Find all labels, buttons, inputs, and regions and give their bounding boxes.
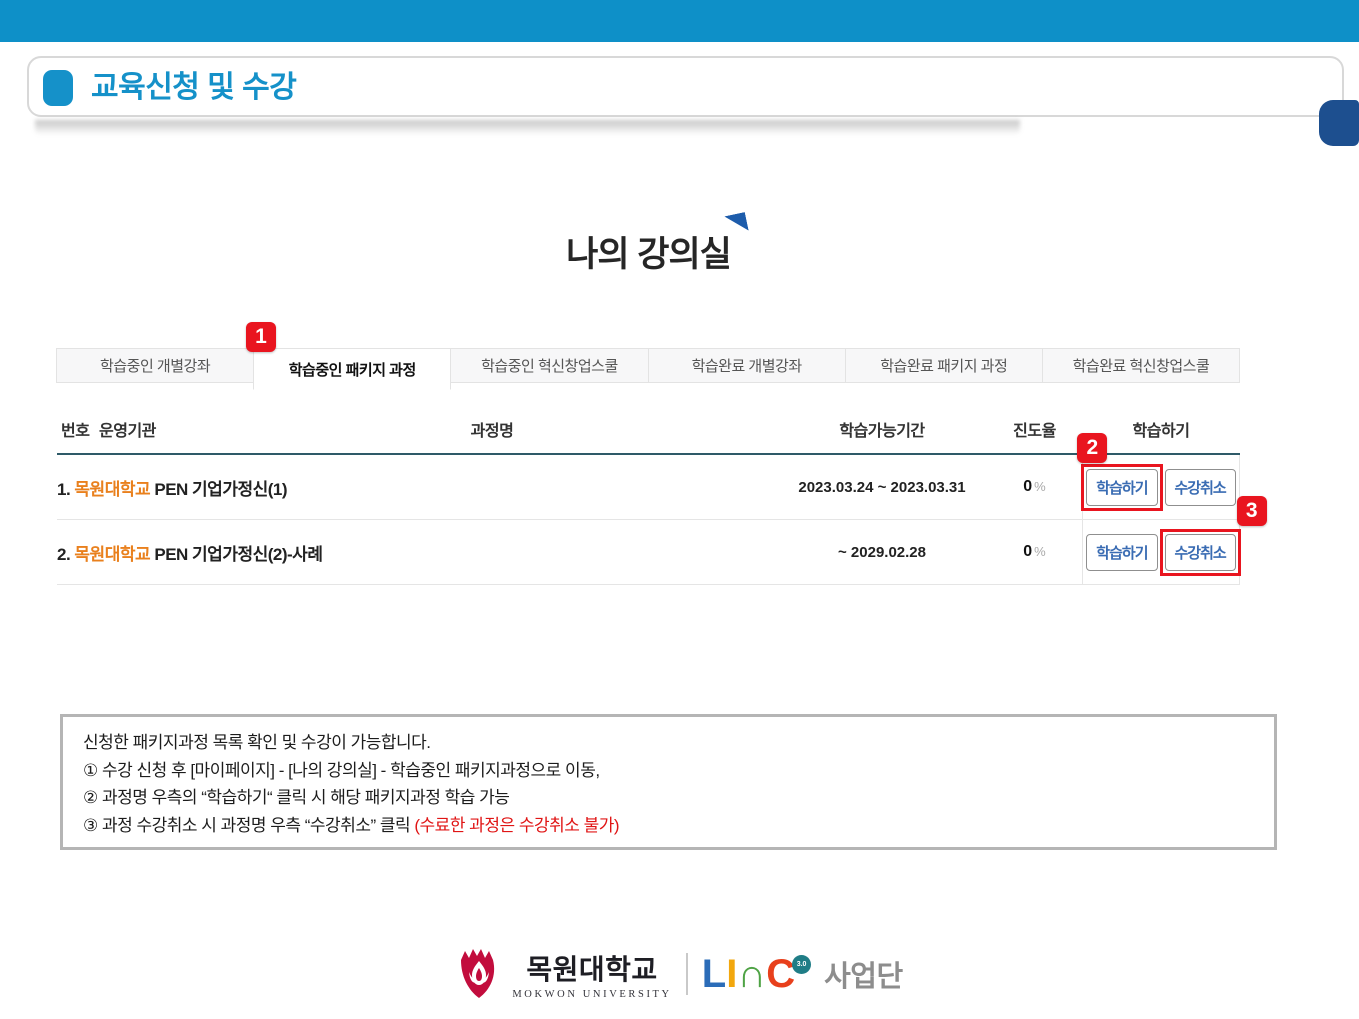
- cancel-enrollment-button[interactable]: 수강취소: [1165, 534, 1236, 571]
- linc-letter-c: C: [766, 956, 795, 992]
- table-row: 2. 목원대학교 PEN 기업가정신(2)-사례 ~ 2029.02.28 0%…: [57, 520, 1240, 585]
- slide-canvas: 교육신청 및 수강 나의 강의실 1 학습중인 개별강좌 학습중인 패키지 과정…: [0, 0, 1359, 1019]
- cancel-button-wrap: 수강취소: [1165, 469, 1236, 506]
- course-progress: 0%: [987, 543, 1082, 561]
- course-name: PEN 기업가정신(2)-사례: [154, 545, 322, 564]
- classroom-tabs: 1 학습중인 개별강좌 학습중인 패키지 과정 학습중인 혁신창업스쿨 학습완료…: [57, 348, 1240, 383]
- top-accent-bar: [0, 0, 1359, 42]
- course-table-header: 번호 운영기관 과정명 학습가능기간 진도율 학습하기: [57, 405, 1240, 455]
- learn-button-wrap: 학습하기: [1086, 534, 1157, 571]
- linc-division-label: 사업단: [824, 953, 903, 995]
- course-table: 번호 운영기관 과정명 학습가능기간 진도율 학습하기 1. 목원대학교 PEN…: [57, 405, 1240, 585]
- col-progress: 진도율: [987, 417, 1082, 441]
- instruction-line-3: ② 과정명 우측의 “학습하기“ 클릭 시 해당 패키지과정 학습 가능: [83, 784, 1254, 812]
- university-name-en: MOKWON UNIVERSITY: [512, 989, 671, 1000]
- linc-letter-i: I: [726, 956, 737, 992]
- linc-logo: L I ∩ C 3.0: [702, 956, 814, 992]
- instructions-box: 신청한 패키지과정 목록 확인 및 수강이 가능합니다. ① 수강 신청 후 […: [60, 714, 1277, 850]
- instruction-line-4: ③ 과정 수강취소 시 과정명 우측 “수강취소” 클릭 (수료한 과정은 수강…: [83, 812, 1254, 840]
- col-period: 학습가능기간: [777, 417, 987, 441]
- university-name-kr: 목원대학교: [526, 948, 657, 988]
- linc-globe-icon: 3.0: [792, 955, 811, 974]
- instruction-line-2: ① 수강 신청 후 [마이페이지] - [나의 강의실] - 학습중인 패키지과…: [83, 757, 1254, 785]
- course-no: 2.: [57, 545, 70, 564]
- instruction-line-1: 신청한 패키지과정 목록 확인 및 수강이 가능합니다.: [83, 729, 1254, 757]
- linc-letter-l: L: [702, 956, 726, 992]
- course-period: 2023.03.24 ~ 2023.03.31: [777, 479, 987, 496]
- col-no: 번호: [57, 417, 99, 441]
- section-header: 교육신청 및 수강: [27, 56, 1344, 117]
- tab-completed-startup-school[interactable]: 학습완료 혁신창업스쿨: [1042, 348, 1240, 383]
- header-bullet-icon: [43, 70, 73, 106]
- progress-unit: %: [1034, 544, 1046, 559]
- annotation-badge-2: 2: [1077, 433, 1107, 463]
- tab-learning-package[interactable]: 학습중인 패키지 과정: [253, 348, 451, 390]
- mokwon-university-emblem-icon: [456, 948, 502, 1000]
- university-name-block: 목원대학교 MOKWON UNIVERSITY: [512, 948, 671, 1000]
- annotation-badge-1: 1: [246, 322, 276, 352]
- page-title-wrap: 나의 강의실: [57, 226, 1240, 277]
- tab-learning-startup-school[interactable]: 학습중인 혁신창업스쿨: [450, 348, 648, 383]
- course-period: ~ 2029.02.28: [777, 544, 987, 561]
- instruction-line-4-black: ③ 과정 수강취소 시 과정명 우측 “수강취소” 클릭: [83, 816, 414, 835]
- cancel-button-highlight: 3 수강취소: [1160, 529, 1241, 576]
- footer-logos: 목원대학교 MOKWON UNIVERSITY L I ∩ C 3.0 사업단: [0, 948, 1359, 1000]
- tab-learning-individual[interactable]: 학습중인 개별강좌: [56, 348, 254, 383]
- footer-divider: [686, 953, 688, 995]
- table-row: 1. 목원대학교 PEN 기업가정신(1) 2023.03.24 ~ 2023.…: [57, 455, 1240, 520]
- learn-button[interactable]: 학습하기: [1086, 534, 1157, 571]
- tab-completed-individual[interactable]: 학습완료 개별강좌: [648, 348, 846, 383]
- section-title: 교육신청 및 수강: [91, 70, 296, 106]
- course-org: 목원대학교: [74, 480, 150, 499]
- col-org: 운영기관: [99, 417, 207, 441]
- corner-navy-tab: [1319, 100, 1359, 146]
- course-actions: 2 학습하기 수강취소: [1082, 455, 1240, 519]
- progress-unit: %: [1034, 479, 1046, 494]
- screenshot-shadow: [35, 120, 1020, 135]
- course-title: 2. 목원대학교 PEN 기업가정신(2)-사례: [57, 540, 777, 565]
- annotation-badge-3: 3: [1237, 496, 1267, 526]
- cancel-enrollment-button[interactable]: 수강취소: [1165, 469, 1236, 506]
- instruction-line-4-red: (수료한 과정은 수강취소 불가): [414, 816, 619, 835]
- title-triangle-icon: [724, 212, 748, 235]
- col-course: 과정명: [207, 417, 777, 441]
- linc-letter-n: ∩: [737, 956, 766, 992]
- course-actions: 학습하기 3 수강취소: [1082, 520, 1240, 584]
- progress-value: 0: [1023, 478, 1032, 495]
- course-progress: 0%: [987, 478, 1082, 496]
- page-title: 나의 강의실: [566, 226, 731, 277]
- course-name: PEN 기업가정신(1): [154, 480, 287, 499]
- course-no: 1.: [57, 480, 70, 499]
- course-org: 목원대학교: [74, 545, 150, 564]
- learn-button[interactable]: 학습하기: [1086, 469, 1157, 506]
- course-title: 1. 목원대학교 PEN 기업가정신(1): [57, 475, 777, 500]
- learn-button-highlight: 2 학습하기: [1081, 464, 1162, 511]
- progress-value: 0: [1023, 543, 1032, 560]
- tab-completed-package[interactable]: 학습완료 패키지 과정: [845, 348, 1043, 383]
